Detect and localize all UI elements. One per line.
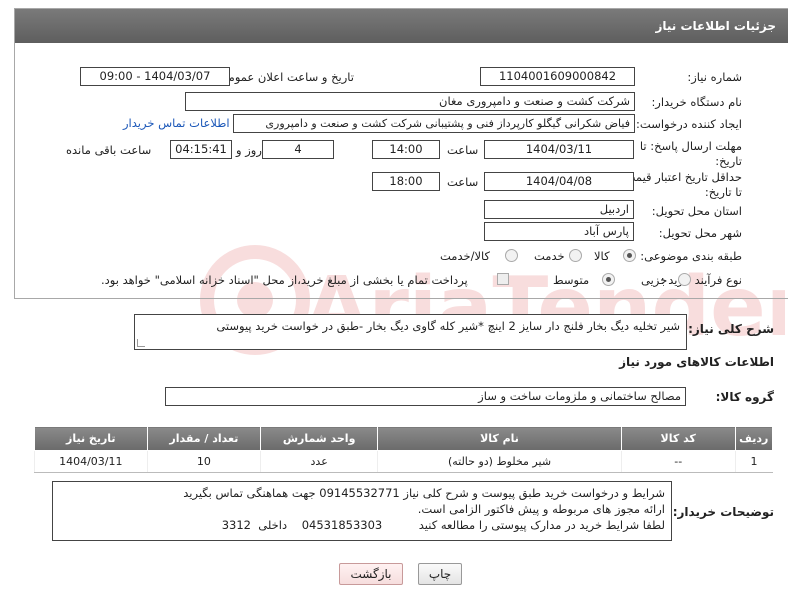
table-row[interactable]: 1 -- شیر مخلوط (دو حالته) عدد 10 1404/03… bbox=[34, 450, 773, 473]
cell-name: شیر مخلوط (دو حالته) bbox=[377, 450, 622, 473]
buyer-notes-line: لطفا شرایط خرید در مدارک پیوستی را مطالع… bbox=[221, 518, 665, 532]
category-option-both: کالا/خدمت bbox=[440, 249, 491, 263]
remaining-time-field[interactable]: 04:15:41 bbox=[170, 140, 232, 159]
requester-field[interactable]: فیاض شکرانی گیگلو کارپرداز فنی و پشتیبان… bbox=[233, 114, 635, 133]
purchase-radio-medium[interactable] bbox=[602, 273, 615, 286]
province-field[interactable]: اردبیل bbox=[484, 200, 634, 219]
days-label: روز و bbox=[236, 143, 262, 157]
resize-handle-icon[interactable] bbox=[137, 339, 145, 347]
back-button[interactable]: بازگشت bbox=[339, 563, 403, 585]
price-date-field[interactable]: 1404/04/08 bbox=[484, 172, 634, 191]
goods-table-header: ردیف کد کالا نام کالا واحد شمارش تعداد /… bbox=[34, 426, 773, 451]
need-number-label: شماره نیاز: bbox=[687, 70, 742, 84]
contact-info-link[interactable]: اطلاعات تماس خریدار bbox=[123, 116, 230, 130]
city-field[interactable]: پارس آباد bbox=[484, 222, 634, 241]
description-text: شیر تخلیه دیگ بخار فلنج دار سایز 2 اینچ … bbox=[216, 319, 680, 333]
requester-label: ایجاد کننده درخواست: bbox=[636, 117, 742, 131]
buyer-org-label: نام دستگاه خریدار: bbox=[651, 95, 742, 109]
cell-unit: عدد bbox=[260, 450, 378, 473]
treasury-payment-checkbox[interactable] bbox=[497, 273, 509, 285]
description-field[interactable]: شیر تخلیه دیگ بخار فلنج دار سایز 2 اینچ … bbox=[134, 314, 687, 350]
buyer-notes-field[interactable]: شرایط و درخواست خرید طبق پیوست و شرح کلی… bbox=[52, 481, 672, 541]
price-validity-label: حداقل تاریخ اعتبار قیمت: bbox=[620, 170, 742, 184]
buyer-notes-line: شرایط و درخواست خرید طبق پیوست و شرح کلی… bbox=[183, 486, 665, 500]
category-option-service: خدمت bbox=[534, 249, 565, 263]
announce-field[interactable]: 1404/03/07 - 09:00 bbox=[80, 67, 230, 86]
reply-deadline-label-2: تاریخ: bbox=[715, 154, 742, 168]
purchase-type-label: نوع فرآیند خرید : bbox=[660, 273, 742, 287]
city-label: شهر محل تحویل: bbox=[658, 226, 742, 240]
category-label: طبقه بندی موضوعی: bbox=[640, 249, 742, 263]
col-quantity: تعداد / مقدار bbox=[146, 426, 262, 451]
col-name: نام کالا bbox=[377, 426, 622, 451]
goods-group-label: گروه کالا: bbox=[715, 390, 774, 404]
reply-deadline-label: مهلت ارسال پاسخ: تا bbox=[639, 139, 742, 153]
description-label: شرح کلی نیاز: bbox=[688, 322, 774, 336]
reply-date-field[interactable]: 1404/03/11 bbox=[484, 140, 634, 159]
page-title: جزئیات اطلاعات نیاز bbox=[15, 9, 788, 43]
need-number-field[interactable]: 1104001609000842 bbox=[480, 67, 635, 86]
print-button[interactable]: چاپ bbox=[418, 563, 462, 585]
cell-date: 1404/03/11 bbox=[34, 450, 148, 473]
treasury-payment-note: پرداخت تمام یا بخشی از مبلغ خرید،از محل … bbox=[101, 273, 468, 287]
reply-time-label: ساعت bbox=[447, 143, 479, 157]
price-validity-label-2: تا تاریخ: bbox=[704, 185, 742, 199]
remaining-label: ساعت باقی مانده bbox=[66, 143, 152, 157]
col-row: ردیف bbox=[734, 426, 773, 451]
category-radio-both[interactable] bbox=[505, 249, 518, 262]
price-time-field[interactable]: 18:00 bbox=[372, 172, 440, 191]
cell-code: -- bbox=[620, 450, 735, 473]
category-option-goods: کالا bbox=[594, 249, 610, 263]
col-date: تاریخ نیاز bbox=[34, 426, 148, 451]
purchase-radio-minor[interactable] bbox=[678, 273, 691, 286]
category-radio-service[interactable] bbox=[569, 249, 582, 262]
purchase-option-medium: متوسط bbox=[553, 273, 590, 287]
announce-label: تاریخ و ساعت اعلان عمومی: bbox=[215, 70, 354, 84]
goods-section-title: اطلاعات کالاهای مورد نیاز bbox=[619, 355, 774, 369]
goods-table: ردیف کد کالا نام کالا واحد شمارش تعداد /… bbox=[34, 426, 773, 473]
province-label: استان محل تحویل: bbox=[651, 204, 742, 218]
buyer-notes-line: ارائه مجوز های مربوطه و پیش فاکتور الزام… bbox=[417, 502, 665, 516]
days-field[interactable]: 4 bbox=[262, 140, 334, 159]
col-code: کد کالا bbox=[620, 426, 736, 451]
reply-time-field[interactable]: 14:00 bbox=[372, 140, 440, 159]
category-radio-goods[interactable] bbox=[623, 249, 636, 262]
price-time-label: ساعت bbox=[447, 175, 479, 189]
page-title-text: جزئیات اطلاعات نیاز bbox=[655, 19, 776, 33]
col-unit: واحد شمارش bbox=[260, 426, 379, 451]
buyer-org-field[interactable]: شرکت کشت و صنعت و دامپروری مغان bbox=[185, 92, 635, 111]
goods-group-field[interactable]: مصالح ساختمانی و ملزومات ساخت و ساز bbox=[165, 387, 686, 406]
purchase-option-minor: جزیی bbox=[641, 273, 668, 287]
cell-row: 1 bbox=[734, 450, 773, 473]
cell-quantity: 10 bbox=[146, 450, 261, 473]
buyer-notes-label: توضیحات خریدار: bbox=[672, 505, 774, 519]
